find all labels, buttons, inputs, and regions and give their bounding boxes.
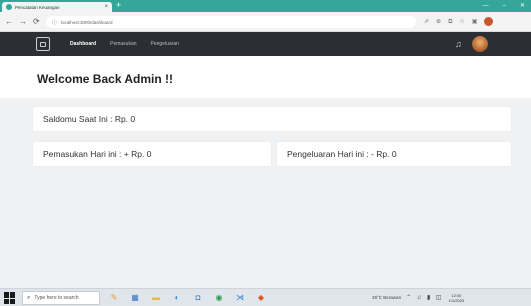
chrome-browser-icon[interactable]: ◉ [213,291,225,305]
saldo-card: Saldomu Saat Ini : Rp. 0 [33,107,511,131]
nav-pengeluaran[interactable]: Pengeluaran [151,41,179,47]
store-icon[interactable]: ◘ [192,291,204,305]
search-placeholder: Type here to search [34,295,79,301]
minimize-icon[interactable]: — [483,1,489,11]
browser-toolbar-icons: ⇗ ⊕ ⧉ ☆ ▣ [424,17,494,27]
forward-icon[interactable]: → [19,16,27,28]
browser-tabstrip: Pencatatan Keuangan × + — – ✕ [0,0,531,12]
extension-icon[interactable]: ⧉ [448,17,452,27]
sidebar-icon[interactable]: ▣ [472,17,478,27]
taskbar-apps: ✎ ▦ ▬ ◐ ◘ ◉ ⋊ ◆ [108,291,267,305]
vscode-icon[interactable]: ⋊ [234,291,246,305]
pemasukan-text: Pemasukan Hari ini : + Rp. 0 [43,149,152,159]
nav-links: Dashboard Pemasukan Pengeluaran [70,32,179,56]
new-tab-button[interactable]: + [116,1,121,10]
browser-nav: ← → ⟳ [5,16,40,28]
favicon-icon [6,4,12,10]
close-window-icon[interactable]: ✕ [520,1,525,11]
url-text: localhost:3000/dashboard [61,19,113,25]
bookmark-star-icon[interactable]: ☆ [459,17,464,27]
system-tray: 29°C Berawan ⌃ ♫ ▮ ◫ 12:00 1/1/2023 [372,292,464,304]
pemasukan-card: Pemasukan Hari ini : + Rp. 0 [33,142,271,166]
taskbar: ⌕ Type here to search ✎ ▦ ▬ ◐ ◘ ◉ ⋊ ◆ 29… [0,288,531,306]
back-icon[interactable]: ← [5,16,13,28]
pengeluaran-text: Pengeluaran Hari ini : - Rp. 0 [287,149,397,159]
tray-icons[interactable]: ⌃ ♫ ▮ ◫ [406,292,444,304]
tab-close-icon[interactable]: × [104,4,108,10]
windows-start-icon[interactable] [4,292,16,304]
restore-icon[interactable]: – [503,1,506,11]
reload-icon[interactable]: ⟳ [33,16,40,28]
weather-text[interactable]: 29°C Berawan [372,292,401,304]
saldo-text: Saldomu Saat Ini : Rp. 0 [43,114,136,124]
window-controls: — – ✕ [483,1,525,11]
dashboard-page: Welcome Back Admin !! Saldomu Saat Ini :… [0,56,531,288]
search-icon: ⌕ [27,294,31,301]
pengeluaran-card: Pengeluaran Hari ini : - Rp. 0 [277,142,511,166]
share-icon[interactable]: ⇗ [424,17,429,27]
page-title: Welcome Back Admin !! [37,72,174,86]
zoom-icon[interactable]: ⊕ [436,17,441,27]
task-view-icon[interactable]: ✎ [108,291,120,305]
nav-pemasukan[interactable]: Pemasukan [110,41,136,47]
app-navbar: Dashboard Pemasukan Pengeluaran ♫ [0,32,531,56]
avatar[interactable] [472,36,488,52]
calendar-app-icon[interactable]: ▦ [129,291,141,305]
url-input[interactable]: ⓘ localhost:3000/dashboard [46,16,416,28]
site-info-icon[interactable]: ⓘ [52,19,57,26]
address-bar: ← → ⟳ ⓘ localhost:3000/dashboard ⇗ ⊕ ⧉ ☆… [0,12,531,32]
file-explorer-icon[interactable]: ▬ [150,291,162,305]
welcome-header: Welcome Back Admin !! [0,56,531,98]
clock[interactable]: 12:00 1/1/2023 [449,293,465,303]
taskbar-search-input[interactable]: ⌕ Type here to search [22,291,100,305]
profile-icon[interactable] [484,17,494,26]
git-app-icon[interactable]: ◆ [255,291,267,305]
nav-dashboard[interactable]: Dashboard [70,41,96,47]
brand-logo-icon[interactable] [36,37,50,51]
notification-bell-icon[interactable]: ♫ [455,38,462,50]
clock-date: 1/1/2023 [448,298,465,303]
edge-browser-icon[interactable]: ◐ [171,291,183,305]
tab-title: Pencatatan Keuangan [15,4,60,10]
browser-tab[interactable]: Pencatatan Keuangan × [2,2,112,12]
